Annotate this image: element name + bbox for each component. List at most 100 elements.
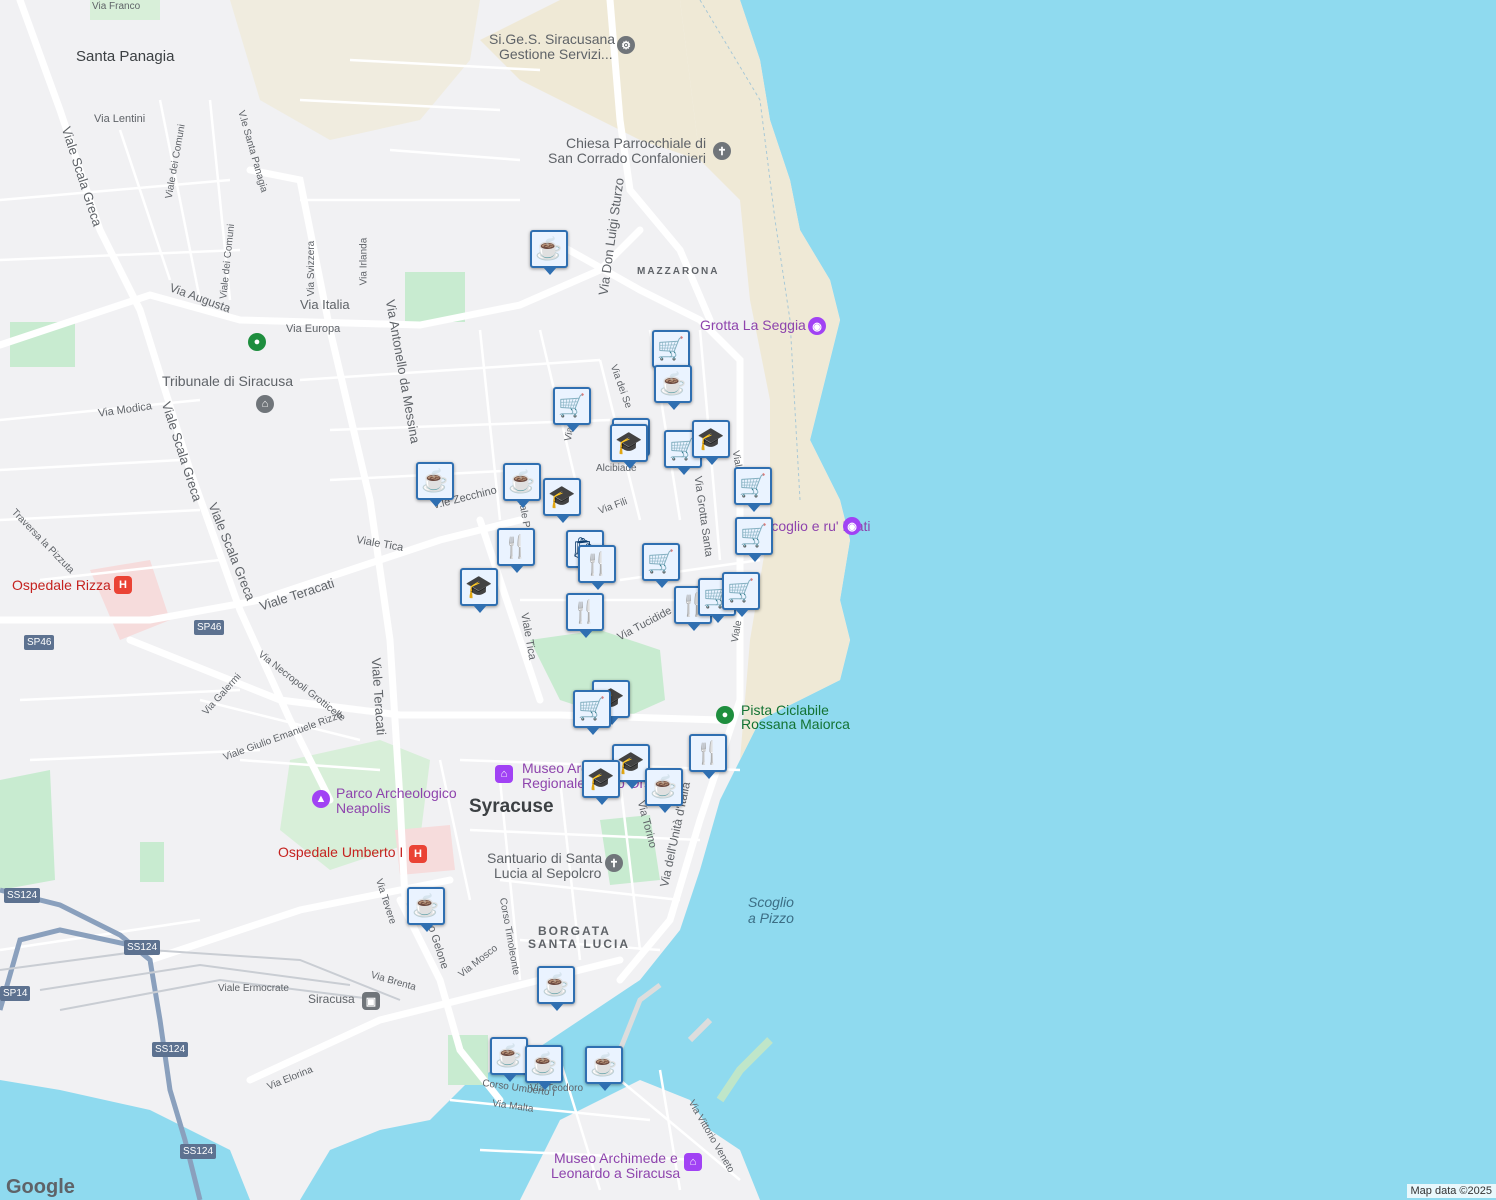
- poi-parco-line1[interactable]: Parco Archeologico: [336, 786, 457, 800]
- poi-pista-line2[interactable]: Rossana Maiorca: [741, 717, 850, 731]
- street-via-svizzera: Via Svizzera: [306, 240, 318, 297]
- label-mazzarona: MAZZARONA: [637, 266, 720, 277]
- coffee-cup-icon: ☕: [542, 972, 570, 997]
- marker-restaurant[interactable]: 🍴: [689, 734, 727, 779]
- marker-cafe[interactable]: ☕: [530, 230, 568, 275]
- marker-shop[interactable]: 🛒: [735, 517, 773, 562]
- camera-icon[interactable]: ◉: [808, 317, 826, 335]
- poi-chiesa-line2[interactable]: San Corrado Confalonieri: [548, 151, 706, 165]
- shopping-cart-icon: 🛒: [578, 696, 606, 721]
- poi-sige-line2[interactable]: Gestione Servizi...: [499, 47, 613, 61]
- marker-cafe[interactable]: ☕: [645, 768, 683, 813]
- fork-knife-icon: 🍴: [694, 740, 722, 765]
- marker-shop[interactable]: 🛒: [652, 330, 690, 375]
- coffee-cup-icon: ☕: [412, 893, 440, 918]
- hospital-icon[interactable]: H: [114, 576, 132, 594]
- museum-icon[interactable]: ⌂: [684, 1153, 702, 1171]
- fork-knife-icon: 🍴: [502, 534, 530, 559]
- shopping-cart-icon: 🛒: [727, 578, 755, 603]
- monument-icon[interactable]: ▲: [312, 790, 330, 808]
- fork-knife-icon: 🍴: [571, 599, 599, 624]
- street-via-lentini: Via Lentini: [94, 113, 146, 125]
- shopping-cart-icon: 🛒: [657, 336, 685, 361]
- road-shield-ss124-1: SS124: [4, 888, 41, 903]
- marker-cafe[interactable]: ☕: [407, 887, 445, 932]
- coffee-cup-icon: ☕: [508, 469, 536, 494]
- church-cross-icon[interactable]: ✝: [713, 142, 731, 160]
- coffee-cup-icon: ☕: [530, 1051, 558, 1076]
- graduation-cap-icon: 🎓: [465, 574, 493, 599]
- marker-shop[interactable]: 🛒: [642, 543, 680, 588]
- marker-school[interactable]: 🎓: [692, 420, 730, 465]
- coffee-cup-icon: ☕: [659, 371, 687, 396]
- marker-cafe[interactable]: ☕: [537, 966, 575, 1011]
- coffee-cup-icon: ☕: [590, 1052, 618, 1077]
- marker-cafe[interactable]: ☕: [525, 1045, 563, 1090]
- label-scoglio-line2: a Pizzo: [748, 910, 794, 926]
- poi-parco-line2[interactable]: Neapolis: [336, 801, 390, 815]
- marker-school[interactable]: 🎓: [582, 760, 620, 805]
- marker-school[interactable]: 🎓: [460, 568, 498, 613]
- bike-path-icon[interactable]: ●: [716, 706, 734, 724]
- poi-ospedale-umberto[interactable]: Ospedale Umberto I: [278, 845, 403, 859]
- marker-cafe[interactable]: ☕: [585, 1046, 623, 1091]
- marker-shop[interactable]: 🛒: [553, 387, 591, 432]
- coffee-cup-icon: ☕: [421, 468, 449, 493]
- train-station-icon[interactable]: ▣: [362, 992, 380, 1010]
- marker-restaurant[interactable]: 🍴: [578, 545, 616, 590]
- shopping-cart-icon: 🛒: [740, 523, 768, 548]
- marker-school[interactable]: 🎓: [610, 424, 648, 469]
- courthouse-icon[interactable]: ⌂: [256, 395, 274, 413]
- shopping-cart-icon: 🛒: [647, 549, 675, 574]
- marker-cafe[interactable]: ☕: [654, 365, 692, 410]
- poi-grotta-la-seggia[interactable]: Grotta La Seggia: [700, 318, 806, 332]
- marker-cafe[interactable]: ☕: [416, 462, 454, 507]
- road-shield-ss124-4: SS124: [180, 1144, 217, 1159]
- street-via-europa: Via Europa: [286, 323, 341, 335]
- camera-icon[interactable]: ◉: [843, 517, 861, 535]
- coffee-cup-icon: ☕: [495, 1043, 523, 1068]
- poi-ospedale-rizza[interactable]: Ospedale Rizza: [12, 578, 111, 592]
- poi-museo-archimede-line2[interactable]: Leonardo a Siracusa: [551, 1166, 680, 1180]
- gear-icon[interactable]: ⚙: [617, 36, 635, 54]
- poi-santuario-line2[interactable]: Lucia al Sepolcro: [494, 866, 601, 880]
- poi-tribunale[interactable]: Tribunale di Siracusa: [162, 374, 293, 388]
- map-canvas[interactable]: Santa Panagia Syracuse MAZZARONA BORGATA…: [0, 0, 1496, 1200]
- marker-restaurant[interactable]: 🍴: [497, 528, 535, 573]
- graduation-cap-icon: 🎓: [548, 484, 576, 509]
- label-scoglio-line1: Scoglio: [748, 894, 794, 910]
- street-via-irlanda: Via Irlanda: [358, 237, 370, 286]
- graduation-cap-icon: 🎓: [587, 766, 615, 791]
- google-logo: Google: [6, 1176, 75, 1198]
- label-syracuse: Syracuse: [469, 796, 554, 817]
- church-cross-icon[interactable]: ✝: [605, 854, 623, 872]
- marker-cafe[interactable]: ☕: [490, 1037, 528, 1082]
- marker-shop[interactable]: 🛒: [722, 572, 760, 617]
- road-shield-sp14: SP14: [0, 986, 31, 1001]
- street-via-italia: Via Italia: [300, 297, 350, 312]
- marker-school[interactable]: 🎓: [543, 478, 581, 523]
- marker-shop[interactable]: 🛒: [734, 467, 772, 512]
- graduation-cap-icon: 🎓: [697, 426, 725, 451]
- marker-cafe[interactable]: ☕: [503, 463, 541, 508]
- fork-knife-icon: 🍴: [583, 551, 611, 576]
- street-via-franco: Via Franco: [92, 1, 141, 12]
- graduation-cap-icon: 🎓: [615, 430, 643, 455]
- shopping-cart-icon: 🛒: [558, 393, 586, 418]
- map-attribution[interactable]: Map data ©2025: [1406, 1184, 1496, 1198]
- poi-chiesa-line1[interactable]: Chiesa Parrocchiale di: [566, 136, 706, 150]
- coffee-cup-icon: ☕: [535, 236, 563, 261]
- marker-shop[interactable]: 🛒: [573, 690, 611, 735]
- poi-museo-archimede-line1[interactable]: Museo Archimede e: [554, 1151, 678, 1165]
- label-santa-panagia: Santa Panagia: [76, 48, 175, 65]
- road-shield-sp46-2: SP46: [194, 620, 225, 635]
- graduation-cap-icon: 🎓: [617, 750, 645, 775]
- park-marker-icon[interactable]: ●: [248, 333, 266, 351]
- hospital-icon[interactable]: H: [409, 845, 427, 863]
- poi-santuario-line1[interactable]: Santuario di Santa: [487, 851, 602, 865]
- museum-icon[interactable]: ⌂: [495, 765, 513, 783]
- marker-restaurant[interactable]: 🍴: [566, 593, 604, 638]
- poi-sige-line1[interactable]: Si.Ge.S. Siracusana: [489, 32, 615, 46]
- poi-siracusa-station[interactable]: Siracusa: [308, 993, 355, 1006]
- road-shield-ss124-2: SS124: [124, 940, 161, 955]
